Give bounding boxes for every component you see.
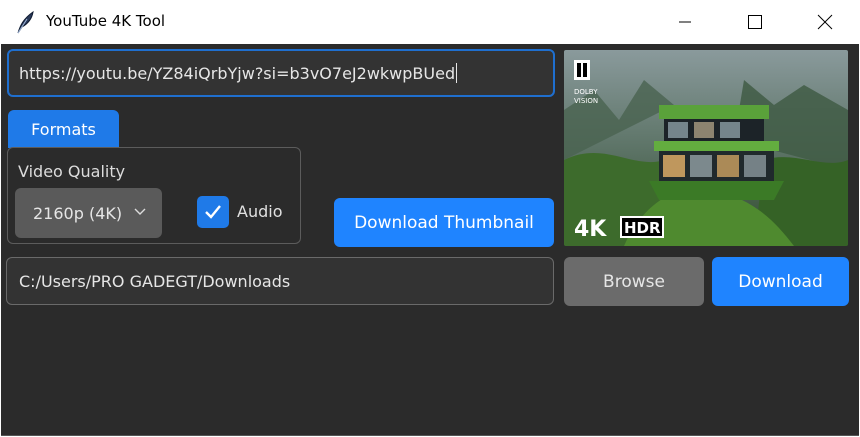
download-path-input[interactable]: C:/Users/PRO GADEGT/Downloads [6,257,554,305]
svg-text:HDR: HDR [624,219,661,237]
video-thumbnail: DOLBY VISION 4K HDR [564,50,848,246]
tab-formats[interactable]: Formats [8,110,119,148]
download-thumbnail-button[interactable]: Download Thumbnail [334,198,554,247]
close-button[interactable] [790,0,860,44]
url-input[interactable]: https://youtu.be/YZ84iQrbYjw?si=b3vO7eJ2… [7,49,555,97]
url-input-value: https://youtu.be/YZ84iQrbYjw?si=b3vO7eJ2… [19,63,456,83]
minimize-icon [679,21,691,23]
text-caret [456,63,458,83]
svg-text:VISION: VISION [574,97,598,105]
window-title: YouTube 4K Tool [46,12,166,30]
svg-text:4K: 4K [574,217,607,242]
video-quality-dropdown[interactable]: 2160p (4K) [15,188,162,238]
video-quality-value: 2160p (4K) [33,203,123,223]
video-quality-label: Video Quality [18,162,126,181]
svg-text:DOLBY: DOLBY [574,88,598,96]
maximize-button[interactable] [720,0,790,44]
download-button[interactable]: Download [712,257,849,306]
maximize-icon [748,15,762,29]
title-bar: YouTube 4K Tool [0,0,860,44]
thumbnail-image: DOLBY VISION 4K HDR [564,50,848,246]
minimize-button[interactable] [650,0,720,44]
feather-icon [17,10,34,34]
checkmark-icon [205,205,221,219]
audio-checkbox[interactable] [197,196,229,228]
main-panel: https://youtu.be/YZ84iQrbYjw?si=b3vO7eJ2… [1,44,859,436]
formats-panel: Video Quality 2160p (4K) Audio [7,147,301,244]
download-path-value: C:/Users/PRO GADEGT/Downloads [19,271,291,291]
close-icon [817,14,833,30]
chevron-down-icon [134,208,146,215]
audio-label: Audio [237,202,283,221]
browse-button[interactable]: Browse [564,257,704,306]
